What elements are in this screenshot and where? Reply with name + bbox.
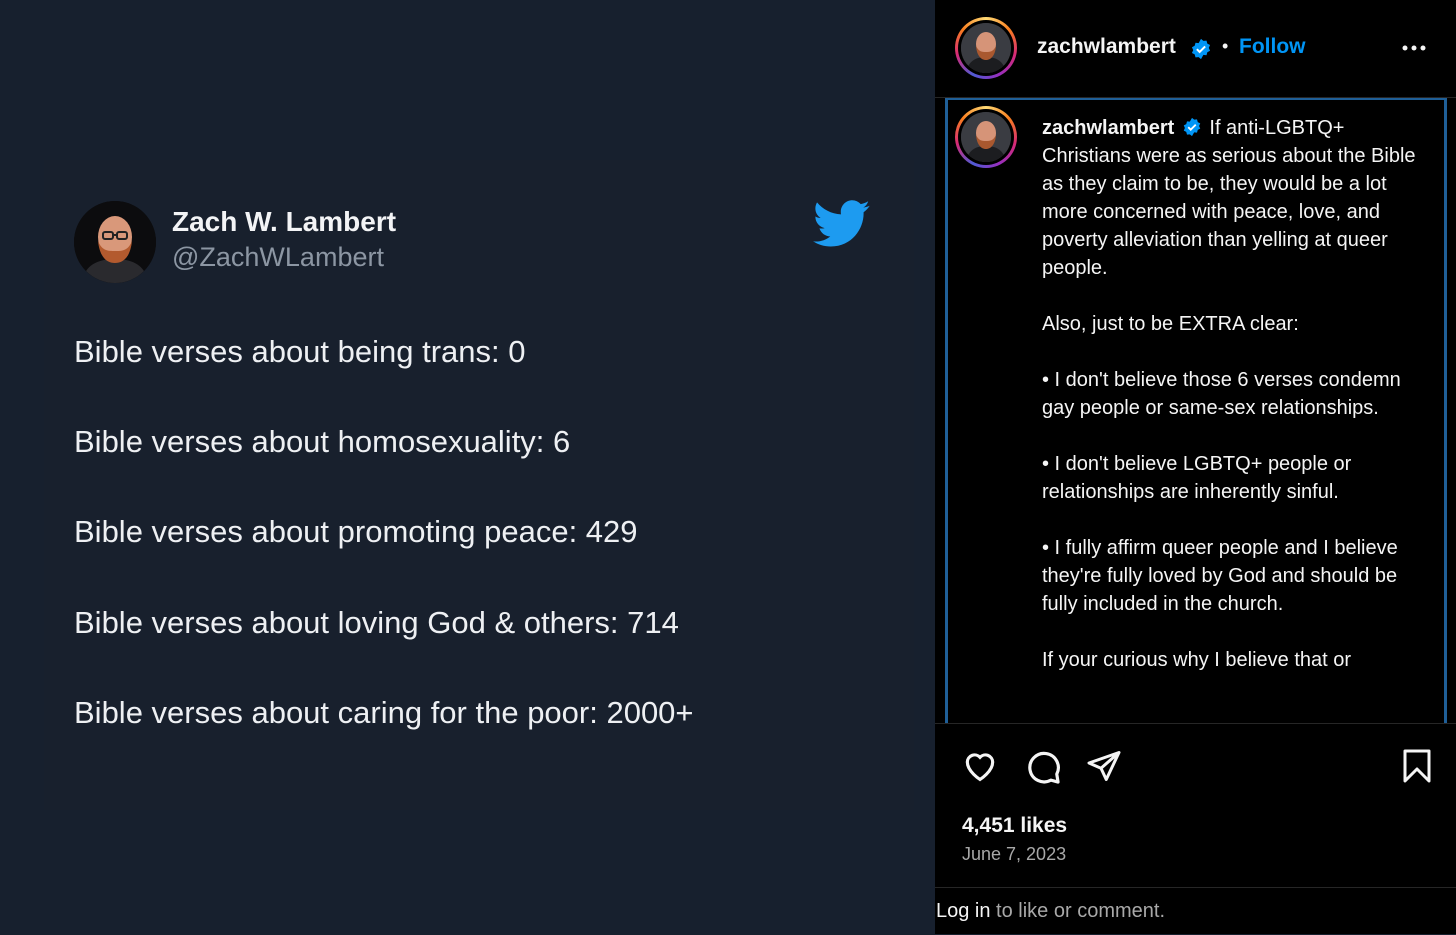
login-prompt-row: Log in to like or comment.	[935, 887, 1456, 935]
tweet-line-love: Bible verses about loving God & others: …	[74, 605, 679, 640]
comment-icon[interactable]	[1024, 748, 1062, 786]
tweet-line-peace: Bible verses about promoting peace: 429	[74, 514, 638, 549]
verified-badge-icon	[1183, 117, 1201, 137]
caption-username[interactable]: zachwlambert	[1042, 117, 1174, 139]
twitter-bird-icon	[813, 200, 870, 247]
header-separator: •	[1222, 36, 1229, 56]
caption-paragraph: • I don't believe LGBTQ+ people or relat…	[1042, 453, 1352, 503]
likes-count[interactable]: 4,451 likes	[962, 814, 1067, 838]
caption-text: zachwlambert If anti-LGBTQ+ Christians w…	[1042, 114, 1422, 674]
more-horizontal-icon[interactable]	[1401, 38, 1427, 58]
post-actions: 4,451 likes June 7, 2023 Log in to like …	[935, 723, 1456, 934]
tweet-line-trans: Bible verses about being trans: 0	[74, 334, 526, 369]
caption-first-line: If anti-LGBTQ+ Christians were as seriou…	[1042, 117, 1416, 279]
tweet-author-handle: @ZachWLambert	[172, 242, 384, 272]
tweet-author-name: Zach W. Lambert	[172, 206, 397, 237]
caption-paragraph: Also, just to be EXTRA clear:	[1042, 313, 1299, 335]
heart-icon[interactable]	[961, 747, 999, 785]
follow-button[interactable]: Follow	[1239, 35, 1306, 59]
caption-paragraph: • I don't believe those 6 verses condemn…	[1042, 369, 1401, 419]
caption-container[interactable]: zachwlambert If anti-LGBTQ+ Christians w…	[945, 98, 1447, 725]
tweet-line-poor: Bible verses about caring for the poor: …	[74, 695, 694, 730]
tweet-avatar	[74, 201, 156, 283]
caption-paragraph: • I fully affirm queer people and I beli…	[1042, 537, 1398, 615]
login-link[interactable]: Log in	[936, 900, 991, 922]
post-header: zachwlambert • Follow	[935, 0, 1456, 98]
login-prompt: Log in to like or comment.	[936, 900, 1165, 923]
caption-paragraph: If your curious why I believe that or	[1042, 649, 1352, 671]
caption-avatar[interactable]	[955, 106, 1017, 168]
tweet-image: Zach W. Lambert @ZachWLambert Bible vers…	[0, 0, 935, 933]
header-username[interactable]: zachwlambert	[1037, 35, 1176, 59]
instagram-post-panel: zachwlambert • Follow zachwlambert If an…	[935, 0, 1456, 934]
tweet-line-homosexuality: Bible verses about homosexuality: 6	[74, 424, 571, 459]
share-icon[interactable]	[1086, 748, 1122, 784]
header-avatar[interactable]	[955, 17, 1017, 79]
login-prompt-text: to like or comment.	[990, 900, 1166, 922]
post-date: June 7, 2023	[962, 844, 1067, 864]
verified-badge-icon	[1191, 38, 1211, 60]
bookmark-icon[interactable]	[1400, 748, 1434, 784]
